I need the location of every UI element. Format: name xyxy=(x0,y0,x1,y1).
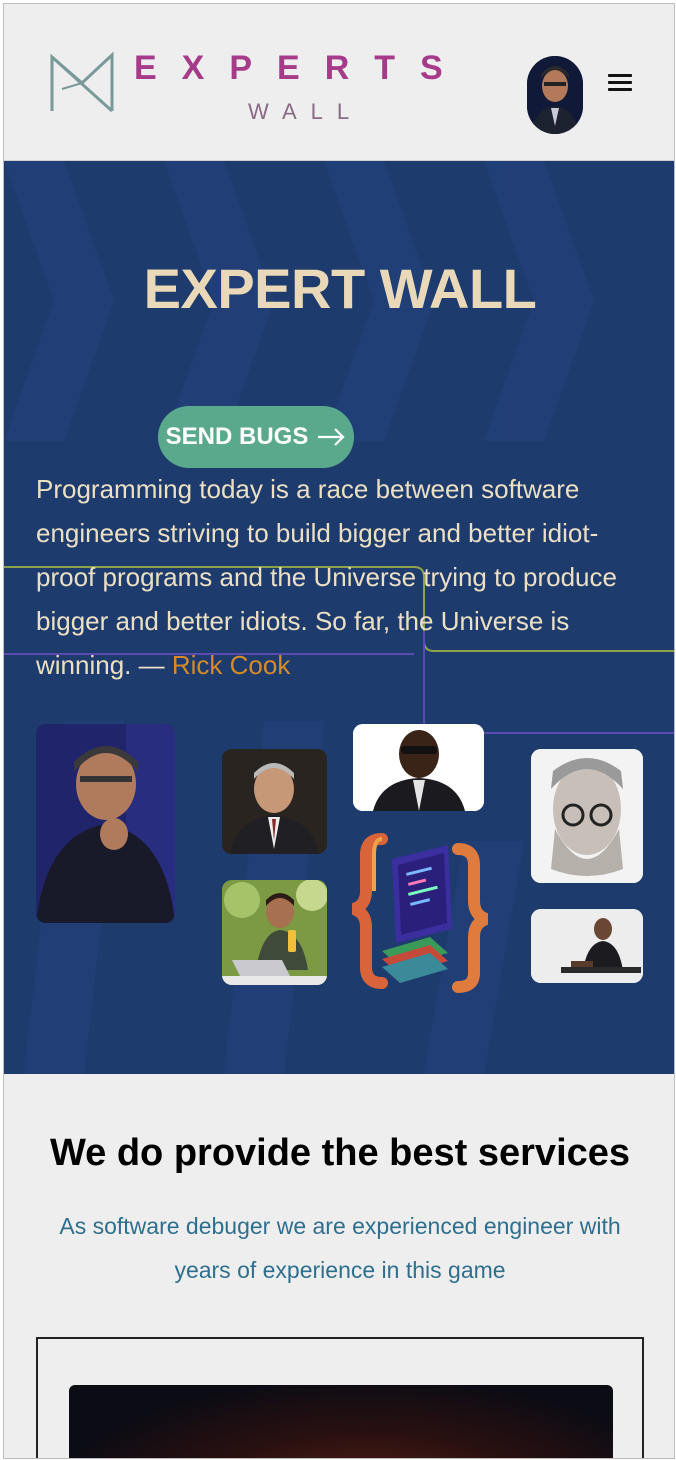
expert-photo-6 xyxy=(531,909,643,983)
arrow-right-icon xyxy=(318,428,345,446)
logo-text-experts: EXPERTS xyxy=(134,49,468,87)
services-subtitle: As software debuger we are experienced e… xyxy=(59,1213,621,1283)
hamburger-menu-button[interactable] xyxy=(608,70,638,96)
video-card[interactable] xyxy=(36,1337,644,1458)
avatar-portrait-icon xyxy=(527,56,583,134)
hamburger-icon-bar xyxy=(608,88,632,91)
user-avatar[interactable] xyxy=(527,56,583,134)
services-section: We do provide the best services As softw… xyxy=(4,1074,674,1458)
quote-author-link[interactable]: Rick Cook xyxy=(172,650,290,680)
logo-mark-icon xyxy=(50,51,114,113)
quote-text: Programming today is a race between soft… xyxy=(36,474,617,680)
hero-title: EXPERT WALL xyxy=(143,257,537,320)
code-braces-icon xyxy=(335,833,505,993)
send-bugs-label: SEND BUGS xyxy=(165,423,309,450)
services-title: We do provide the best services xyxy=(49,1132,631,1174)
expert-photo-4 xyxy=(222,880,327,985)
hamburger-icon-bar xyxy=(608,81,632,84)
site-logo[interactable]: EXPERTS WALL xyxy=(48,49,468,129)
expert-photo-5 xyxy=(531,749,643,883)
site-header: EXPERTS WALL xyxy=(4,4,674,161)
hamburger-icon-bar xyxy=(608,74,632,77)
hero-quote: Programming today is a race between soft… xyxy=(36,467,646,687)
expert-photo-2 xyxy=(222,749,327,854)
expert-photo-3 xyxy=(353,724,484,811)
code-braces-illustration xyxy=(335,833,505,993)
send-bugs-button[interactable]: SEND BUGS xyxy=(158,406,354,468)
video-thumbnail[interactable] xyxy=(69,1385,613,1458)
expert-photo-1 xyxy=(36,724,175,923)
hero-section: EXPERT WALL SEND BUGS Programming today … xyxy=(4,161,674,1074)
page-frame: EXPERTS WALL EXPERT WALL SEND BUGS Progr… xyxy=(3,3,675,1459)
logo-text-wall: WALL xyxy=(248,99,364,124)
